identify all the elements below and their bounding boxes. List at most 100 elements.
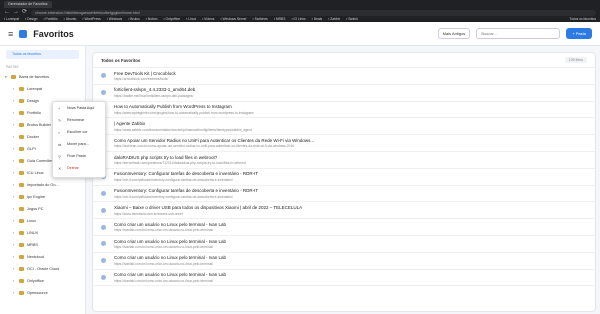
context-menu-item[interactable]: ⚲ Fixar Pasta — [53, 150, 105, 162]
all-favorites-button[interactable]: Todos os favoritos — [6, 50, 79, 59]
context-menu-item[interactable]: + Nova Pasta Aqui — [53, 102, 105, 114]
chevron-icon[interactable]: › — [13, 171, 16, 175]
favorite-title[interactable]: | Agente Zabbix — [114, 121, 252, 126]
chevron-icon[interactable]: › — [13, 111, 16, 115]
favorite-row[interactable]: | Agente Zabbix https://www.zabbix.com/do… — [93, 118, 595, 136]
folder-item[interactable]: ▾ Barra de favoritos — [0, 71, 85, 83]
chevron-icon[interactable]: › — [13, 99, 16, 103]
bookmark-item[interactable]: ▪ Lorenpat — [4, 17, 19, 21]
chevron-icon[interactable]: › — [13, 87, 16, 91]
bookmark-item[interactable]: ▪ Ubuntu — [64, 17, 77, 21]
address-bar[interactable]: chrome-extension://nkbihfbeogaeaoehlefnk… — [31, 9, 596, 16]
folder-icon — [19, 87, 24, 91]
folder-item[interactable]: › Opensource — [0, 287, 85, 299]
chevron-icon[interactable]: › — [13, 255, 16, 259]
search-input[interactable]: Buscar... — [476, 28, 561, 39]
chevron-icon[interactable]: ▾ — [5, 75, 8, 79]
favorite-row[interactable]: Como criar um usuário no Linux pelo term… — [93, 219, 595, 236]
favorite-row[interactable]: Como Apoiar um Servidor Radius no UniFi … — [93, 135, 595, 152]
folder-item[interactable]: › Onlyoffice — [0, 275, 85, 287]
chevron-icon[interactable]: › — [13, 135, 16, 139]
chevron-icon[interactable]: › — [13, 279, 16, 283]
context-menu-item[interactable]: ✎ Renomear — [53, 114, 105, 126]
bookmark-item[interactable]: ▪ Design — [25, 17, 37, 21]
chevron-icon[interactable]: › — [13, 243, 16, 247]
favorite-row[interactable]: Como criar um usuário no Linux pelo term… — [93, 253, 595, 270]
bookmark-item[interactable]: ▪ Switch — [346, 17, 358, 21]
chevron-icon[interactable]: › — [13, 231, 16, 235]
chevron-icon[interactable]: › — [13, 207, 16, 211]
back-icon[interactable]: ← — [4, 9, 10, 15]
bookmark-item[interactable]: ▪ Vídeos — [202, 17, 214, 21]
folder-label: Ipv Engine — [27, 195, 45, 199]
chevron-icon[interactable]: › — [13, 267, 16, 271]
favorite-title[interactable]: Free DevTools Kit | Crocoblock — [114, 71, 176, 76]
favorite-title[interactable]: Como criar um usuário no Linux pelo term… — [114, 255, 226, 260]
favorite-title[interactable]: Como Apoiar um Servidor Radius no UniFi … — [114, 138, 314, 143]
item-count: 109 itens — [564, 57, 587, 63]
all-bookmarks-link[interactable]: Todos os favoritos — [569, 17, 600, 21]
folder-icon — [19, 147, 24, 151]
chevron-icon[interactable]: › — [13, 183, 16, 187]
bookmark-item[interactable]: ▪ Switches — [253, 17, 268, 21]
favorite-title[interactable]: Como criar um usuário no Linux pelo term… — [114, 222, 226, 227]
chevron-icon[interactable]: › — [13, 123, 16, 127]
bookmark-item[interactable]: ▪ Windows Server — [220, 17, 246, 21]
bookmark-item[interactable]: ▪ MRBS — [274, 17, 286, 21]
new-folder-button[interactable]: + Pasta — [566, 28, 592, 39]
bookmark-item[interactable]: ▪ Deals — [312, 17, 323, 21]
favorite-row[interactable]: Como criar um usuário no Linux pelo term… — [93, 270, 595, 287]
favicon-icon — [101, 190, 106, 196]
context-menu-item[interactable]: ✕ Deletar — [53, 162, 105, 174]
chevron-icon[interactable]: › — [13, 291, 16, 295]
favorite-title[interactable]: FusionInventory: Configurar tarefas de d… — [114, 188, 258, 193]
chevron-icon[interactable]: › — [13, 159, 16, 163]
favorite-title[interactable]: forticlient-sslvpn_4.4.2333-1_amd64.deb — [114, 87, 195, 92]
favorite-title[interactable]: Xiaomi – Baixe o driver USB para todos o… — [114, 205, 302, 210]
favorites-panel: Todos os Favoritos 109 itens Free DevToo… — [92, 52, 596, 312]
favorite-title[interactable]: How to Automatically Publish from WordPr… — [114, 104, 254, 109]
bookmark-item[interactable]: ▪ Linux — [186, 17, 196, 21]
context-menu-item[interactable]: ⇄ Mover para... — [53, 138, 105, 150]
favorite-title[interactable]: FusionInventory: Configurar tarefas de d… — [114, 171, 258, 176]
sort-select[interactable]: Mais Antigos — [437, 28, 471, 39]
chevron-icon[interactable]: › — [13, 147, 16, 151]
folder-label: Guia Conexões — [27, 159, 54, 163]
bookmark-item[interactable]: ▪ Zabbix — [328, 17, 340, 21]
favorite-row[interactable]: How to Automatically Publish from WordPr… — [93, 102, 595, 119]
context-menu-item[interactable]: ◐ Escolher cor — [53, 126, 105, 138]
folder-item[interactable]: › Lorenpat — [0, 83, 85, 95]
bookmark-item[interactable]: ▪ Portfólio — [43, 17, 57, 21]
folder-item[interactable]: › LINUX — [0, 227, 85, 239]
favorite-row[interactable]: daloRADIUS php scripts try to load files… — [93, 152, 595, 169]
menu-icon[interactable]: ≡ — [8, 29, 13, 39]
favorite-title[interactable]: daloRADIUS php scripts try to load files… — [114, 155, 246, 160]
folder-item[interactable]: › Nextcloud — [0, 251, 85, 263]
bookmark-item[interactable]: ▪ Notion — [146, 17, 158, 21]
favorite-title[interactable]: Como criar um usuário no Linux pelo term… — [114, 239, 226, 244]
folder-item[interactable]: › Importado do Go... — [0, 179, 85, 191]
folder-item[interactable]: › MRBS — [0, 239, 85, 251]
favorite-row[interactable]: FusionInventory: Configurar tarefas de d… — [93, 169, 595, 186]
folder-item[interactable]: › OCI - Oracle Cloud — [0, 263, 85, 275]
bookmark-item[interactable]: ▪ WordPress — [82, 17, 100, 21]
browser-tab[interactable]: Gerenciador de Favoritos — [4, 1, 52, 8]
folder-item[interactable]: › Jogos PC — [0, 203, 85, 215]
chevron-icon[interactable]: › — [13, 219, 16, 223]
favorite-row[interactable]: FusionInventory: Configurar tarefas de d… — [93, 186, 595, 203]
favorite-row[interactable]: forticlient-sslvpn_4.4.2333-1_amd64.deb h… — [93, 85, 595, 102]
favorite-row[interactable]: Free DevTools Kit | Crocoblock https://cr… — [93, 68, 595, 85]
folder-item[interactable]: › Ipv Engine — [0, 191, 85, 203]
favorite-title[interactable]: Como criar um usuário no Linux pelo term… — [114, 272, 226, 277]
favorite-row[interactable]: Xiaomi – Baixe o driver USB para todos o… — [93, 202, 595, 220]
reload-icon[interactable]: ⟳ — [22, 9, 27, 15]
bookmark-item[interactable]: ▪ Brutus — [128, 17, 140, 21]
favorite-row[interactable]: Como criar um usuário no Linux pelo term… — [93, 236, 595, 253]
forward-icon[interactable]: → — [13, 9, 19, 15]
favorite-text: FusionInventory: Configurar tarefas de d… — [114, 188, 258, 199]
bookmark-item[interactable]: ▪ Onlyoffice — [163, 17, 180, 21]
bookmark-item[interactable]: ▪ Windows — [107, 17, 122, 21]
bookmark-item[interactable]: ▪ IO Links — [291, 17, 305, 21]
folder-item[interactable]: › Linux — [0, 215, 85, 227]
chevron-icon[interactable]: › — [13, 195, 16, 199]
